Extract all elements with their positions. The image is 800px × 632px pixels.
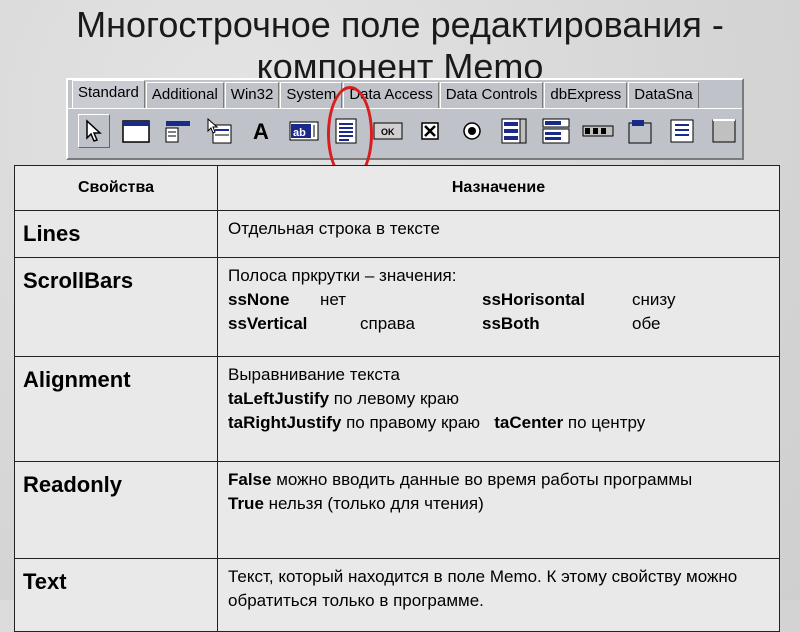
- title-line-1: Многострочное поле редактирования -: [76, 4, 724, 45]
- panel-icon[interactable]: [708, 115, 740, 147]
- value-sshorisontal-desc: снизу: [632, 290, 676, 309]
- table-row: Lines Отдельная строка в тексте: [14, 210, 780, 258]
- value-ssvertical: ssVertical: [228, 314, 308, 333]
- frame-icon[interactable]: [120, 115, 152, 147]
- header-properties: Свойства: [14, 165, 218, 211]
- desc-scrollbars: Полоса пркрутки – значения: ssNone нет s…: [217, 257, 780, 357]
- groupbox-icon[interactable]: [624, 115, 656, 147]
- scrollbars-intro: Полоса пркрутки – значения:: [228, 266, 457, 285]
- value-true: True: [228, 494, 264, 513]
- checkbox-icon[interactable]: [414, 115, 446, 147]
- tab-datasnap[interactable]: DataSna: [628, 82, 699, 108]
- main-menu-icon[interactable]: [162, 115, 194, 147]
- value-taleftjustify: taLeftJustify: [228, 389, 330, 408]
- desc-readonly: False можно вводить данные во время рабо…: [217, 461, 780, 559]
- label-icon[interactable]: A: [246, 115, 278, 147]
- tab-strip-divider: [68, 108, 742, 109]
- radiogroup-icon[interactable]: [666, 115, 698, 147]
- table-row: Text Текст, который находится в поле Mem…: [14, 558, 780, 632]
- prop-text: Text: [14, 558, 218, 632]
- component-palette: Standard Additional Win32 System Data Ac…: [66, 78, 744, 160]
- palette-tabs: Standard Additional Win32 System Data Ac…: [72, 80, 700, 108]
- tab-additional[interactable]: Additional: [145, 82, 224, 108]
- popup-menu-icon[interactable]: [204, 115, 236, 147]
- prop-readonly: Readonly: [14, 461, 218, 559]
- value-false: False: [228, 470, 272, 489]
- tab-dbexpress[interactable]: dbExpress: [544, 82, 628, 108]
- desc-alignment: Выравнивание текста taLeftJustify по лев…: [217, 356, 780, 462]
- value-tacenter: taCenter: [494, 413, 564, 432]
- scrollbar-icon[interactable]: [582, 115, 614, 147]
- value-tarightjustify: taRightJustify: [228, 413, 342, 432]
- prop-scrollbars: ScrollBars: [14, 257, 218, 357]
- palette-icons: A ab OK: [78, 114, 742, 148]
- page-title: Многострочное поле редактирования - комп…: [0, 4, 800, 88]
- value-ssboth-desc: обе: [632, 314, 661, 333]
- value-taleftjustify-desc: по левому краю: [329, 389, 460, 408]
- radiobutton-icon[interactable]: [456, 115, 488, 147]
- value-true-desc: нельзя (только для чтения): [263, 494, 484, 513]
- header-purpose: Назначение: [217, 165, 780, 211]
- cursor-icon[interactable]: [78, 114, 110, 148]
- value-tacenter-desc: по центру: [563, 413, 646, 432]
- table-header-row: Свойства Назначение: [14, 165, 780, 211]
- table-row: ScrollBars Полоса пркрутки – значения: s…: [14, 257, 780, 357]
- value-ssvertical-desc: справа: [360, 314, 415, 333]
- svg-text:A: A: [253, 119, 269, 144]
- value-ssboth: ssBoth: [482, 314, 540, 333]
- prop-alignment: Alignment: [14, 356, 218, 462]
- value-ssnone: ssNone: [228, 290, 290, 309]
- edit-icon[interactable]: ab: [288, 115, 320, 147]
- value-sshorisontal: ssHorisontal: [482, 290, 585, 309]
- listbox-icon[interactable]: [498, 115, 530, 147]
- button-icon[interactable]: OK: [372, 115, 404, 147]
- properties-table: Свойства Назначение Lines Отдельная стро…: [14, 165, 780, 632]
- desc-text: Текст, который находится в поле Memo. К …: [217, 558, 780, 632]
- tab-win32[interactable]: Win32: [224, 82, 280, 108]
- alignment-intro: Выравнивание текста: [228, 365, 400, 384]
- desc-lines: Отдельная строка в тексте: [217, 210, 780, 258]
- prop-lines: Lines: [14, 210, 218, 258]
- table-row: Alignment Выравнивание текста taLeftJust…: [14, 356, 780, 462]
- tab-standard[interactable]: Standard: [72, 80, 145, 108]
- combobox-icon[interactable]: [540, 115, 572, 147]
- table-row: Readonly False можно вводить данные во в…: [14, 461, 780, 559]
- properties-table-wrapper: Свойства Назначение Lines Отдельная стро…: [14, 165, 780, 632]
- value-ssnone-desc: нет: [320, 290, 347, 309]
- value-false-desc: можно вводить данные во время работы про…: [271, 470, 693, 489]
- value-tarightjustify-desc: по правому краю: [341, 413, 481, 432]
- tab-data-controls[interactable]: Data Controls: [439, 82, 544, 108]
- button-icon-text: OK: [381, 127, 395, 137]
- edit-icon-text: ab: [293, 127, 306, 139]
